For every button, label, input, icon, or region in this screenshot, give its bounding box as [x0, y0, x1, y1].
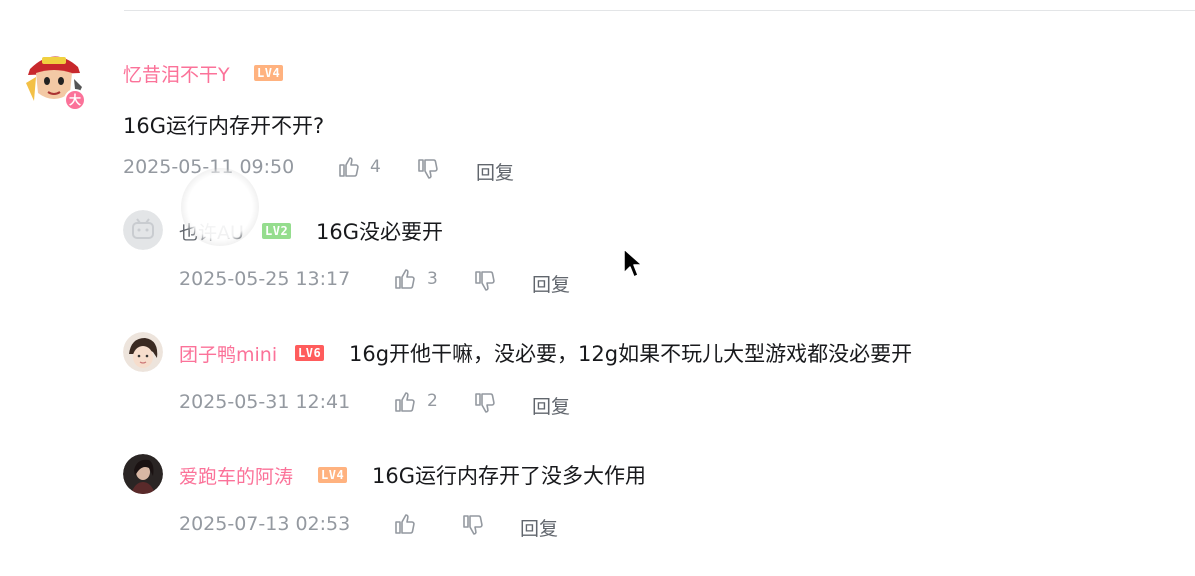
reply-button[interactable]: 回复 [532, 270, 570, 297]
comment-thread: 大 忆昔泪不干Y LV4 16G运行内存开不开? 2025-05-11 09:5… [0, 0, 1195, 576]
like-count: 4 [370, 157, 381, 177]
reply-username[interactable]: 也许AU [179, 218, 244, 245]
comment-content: 16G运行内存开不开? [123, 114, 325, 138]
thumbs-up-icon[interactable] [393, 267, 417, 291]
level-badge: LV4 [318, 467, 348, 483]
reply-content: 16G没必要开 [316, 220, 443, 244]
thumbs-up-icon[interactable] [337, 155, 361, 179]
reply-button[interactable]: 回复 [520, 514, 558, 541]
reply-content: 16G运行内存开了没多大作用 [372, 464, 646, 488]
level-badge: LV4 [254, 65, 284, 81]
thumbs-down-icon[interactable] [473, 391, 497, 415]
reply-button[interactable]: 回复 [476, 158, 514, 185]
reply-content: 16g开他干嘛，没必要，12g如果不玩儿大型游戏都没必要开 [349, 342, 913, 366]
reply-username[interactable]: 团子鸭mini [179, 340, 277, 367]
like-count: 3 [427, 269, 438, 289]
thumbs-down-icon[interactable] [461, 513, 485, 537]
level-badge: LV6 [295, 345, 325, 361]
divider [124, 10, 1195, 11]
reply-avatar[interactable] [123, 454, 163, 494]
reply-time: 2025-05-25 13:17 [179, 268, 351, 290]
like-count: 2 [427, 391, 438, 411]
mouse-pointer-icon [622, 247, 644, 279]
reply-time: 2025-05-31 12:41 [179, 391, 351, 413]
level-badge: LV2 [262, 223, 292, 239]
comment-username[interactable]: 忆昔泪不干Y [123, 60, 230, 87]
reply-username[interactable]: 爱跑车的阿涛 [179, 462, 293, 489]
reply-avatar[interactable] [123, 210, 163, 250]
reply-button[interactable]: 回复 [532, 392, 570, 419]
thumbs-up-icon[interactable] [393, 390, 417, 414]
thumbs-down-icon[interactable] [416, 157, 440, 181]
comment-time: 2025-05-11 09:50 [123, 156, 295, 178]
thumbs-down-icon[interactable] [473, 269, 497, 293]
vip-badge: 大 [64, 89, 86, 111]
thumbs-up-icon[interactable] [393, 512, 417, 536]
reply-time: 2025-07-13 02:53 [179, 513, 351, 535]
reply-avatar[interactable] [123, 332, 163, 372]
